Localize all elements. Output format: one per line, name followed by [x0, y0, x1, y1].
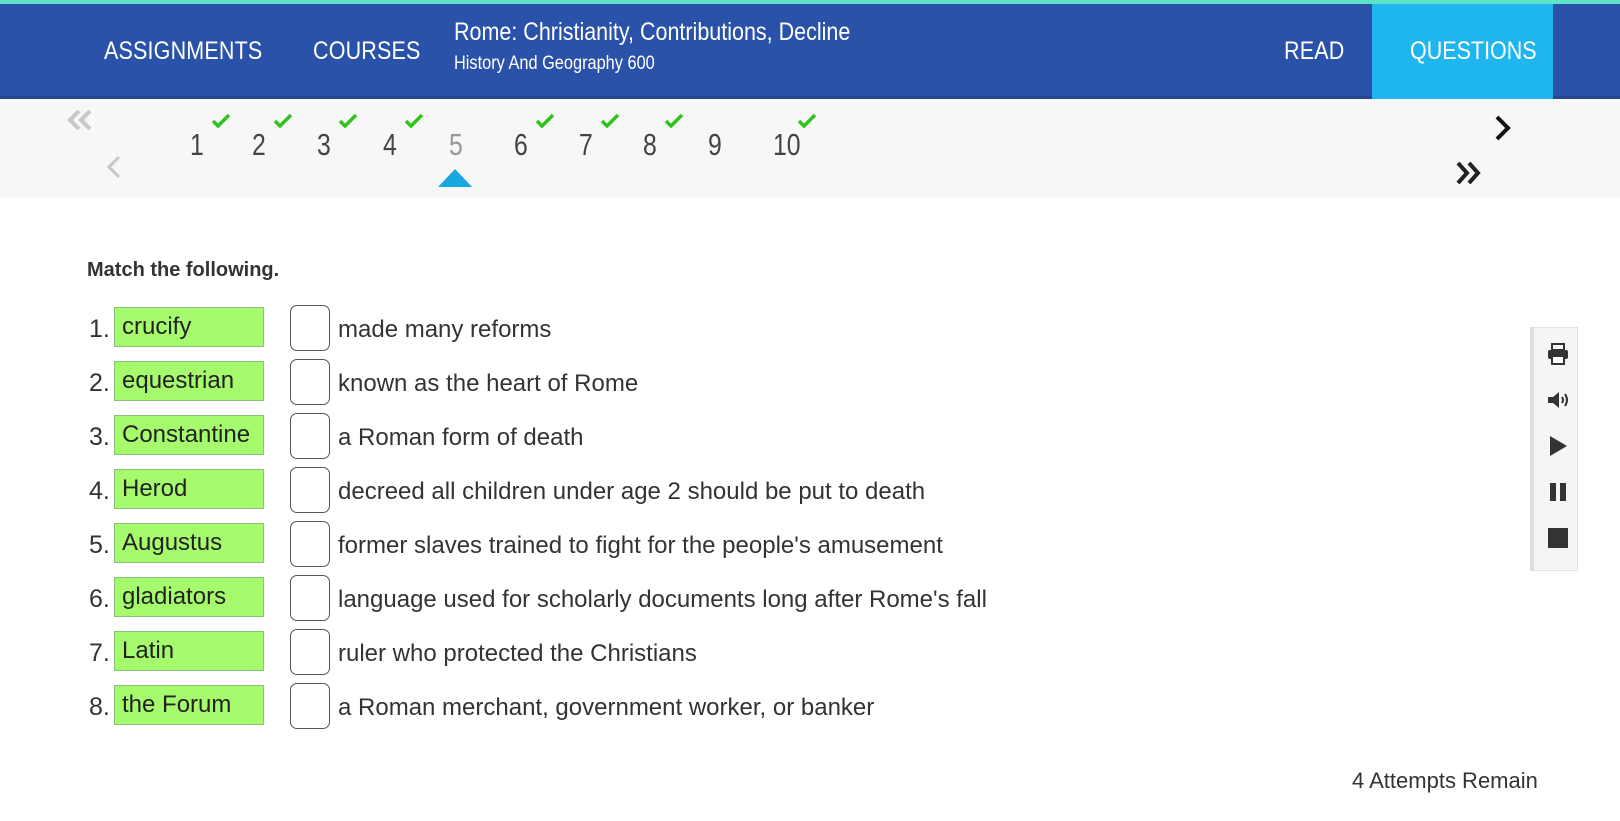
answered-check-icon — [535, 113, 555, 129]
match-term: Latin — [114, 631, 264, 671]
question-number-3[interactable]: 3 — [317, 127, 331, 163]
double-chevron-left-icon[interactable] — [67, 109, 93, 131]
match-description: known as the heart of Rome — [338, 370, 639, 397]
answer-input[interactable] — [290, 683, 330, 729]
answer-input[interactable] — [290, 575, 330, 621]
answered-check-icon — [338, 113, 358, 129]
question-number-7[interactable]: 7 — [579, 127, 593, 163]
current-question-indicator — [438, 169, 472, 187]
row-number: 7. — [89, 639, 110, 667]
question-number-1[interactable]: 1 — [190, 127, 204, 163]
nav-assignments[interactable]: ASSIGNMENTS — [104, 4, 262, 99]
answered-check-icon — [600, 113, 620, 129]
question-number-8[interactable]: 8 — [643, 127, 657, 163]
match-description: decreed all children under age 2 should … — [338, 478, 926, 505]
tab-questions-label: QUESTIONS — [1410, 37, 1537, 65]
question-instruction: Match the following. — [87, 259, 280, 281]
nav-courses[interactable]: COURSES — [313, 4, 421, 99]
match-description: made many reforms — [338, 316, 552, 343]
chevron-right-icon[interactable] — [1494, 115, 1512, 141]
match-description: language used for scholarly documents lo… — [338, 586, 987, 613]
question-navigator: 1 2 3 4 5 6 7 8 9 10 — [0, 99, 1620, 198]
answered-check-icon — [273, 113, 293, 129]
match-term: Augustus — [114, 523, 264, 563]
header-bar: ASSIGNMENTS COURSES Rome: Christianity, … — [0, 4, 1620, 99]
double-chevron-right-icon[interactable] — [1455, 161, 1481, 185]
match-term: gladiators — [114, 577, 264, 617]
question-number-9[interactable]: 9 — [708, 127, 722, 163]
print-icon[interactable] — [1546, 342, 1570, 366]
row-number: 5. — [89, 531, 110, 559]
speaker-icon[interactable] — [1546, 388, 1570, 412]
tab-questions[interactable]: QUESTIONS — [1372, 4, 1553, 99]
play-icon[interactable] — [1546, 434, 1570, 458]
answer-input[interactable] — [290, 305, 330, 351]
answer-input[interactable] — [290, 359, 330, 405]
question-number-6[interactable]: 6 — [514, 127, 528, 163]
question-number-2[interactable]: 2 — [252, 127, 266, 163]
answer-input[interactable] — [290, 413, 330, 459]
match-term: equestrian — [114, 361, 264, 401]
answered-check-icon — [664, 113, 684, 129]
row-number: 4. — [89, 477, 110, 505]
media-toolbar — [1530, 327, 1578, 571]
answered-check-icon — [211, 113, 231, 129]
question-number-10[interactable]: 10 — [773, 127, 801, 163]
row-number: 6. — [89, 585, 110, 613]
chevron-left-icon[interactable] — [106, 155, 122, 179]
answer-input[interactable] — [290, 467, 330, 513]
match-term: Herod — [114, 469, 264, 509]
match-description: a Roman merchant, government worker, or … — [338, 694, 875, 721]
tab-read[interactable]: READ — [1284, 4, 1344, 99]
match-term: crucify — [114, 307, 264, 347]
row-number: 2. — [89, 369, 110, 397]
answered-check-icon — [404, 113, 424, 129]
row-number: 8. — [89, 693, 110, 721]
answer-input[interactable] — [290, 629, 330, 675]
match-term: the Forum — [114, 685, 264, 725]
answer-input[interactable] — [290, 521, 330, 567]
row-number: 1. — [89, 315, 110, 343]
answered-check-icon — [797, 113, 817, 129]
match-description: former slaves trained to fight for the p… — [338, 532, 943, 559]
match-description: a Roman form of death — [338, 424, 584, 451]
question-number-5[interactable]: 5 — [449, 127, 463, 163]
lesson-title: Rome: Christianity, Contributions, Decli… — [454, 18, 851, 46]
lesson-title-block: Rome: Christianity, Contributions, Decli… — [454, 18, 915, 75]
row-number: 3. — [89, 423, 110, 451]
match-term: Constantine — [114, 415, 264, 455]
stop-icon[interactable] — [1546, 526, 1570, 550]
question-number-4[interactable]: 4 — [383, 127, 397, 163]
match-description: ruler who protected the Christians — [338, 640, 697, 667]
attempts-remaining: 4 Attempts Remain — [1352, 768, 1538, 793]
pause-icon[interactable] — [1546, 480, 1570, 504]
course-subtitle: History And Geography 600 — [454, 53, 655, 74]
